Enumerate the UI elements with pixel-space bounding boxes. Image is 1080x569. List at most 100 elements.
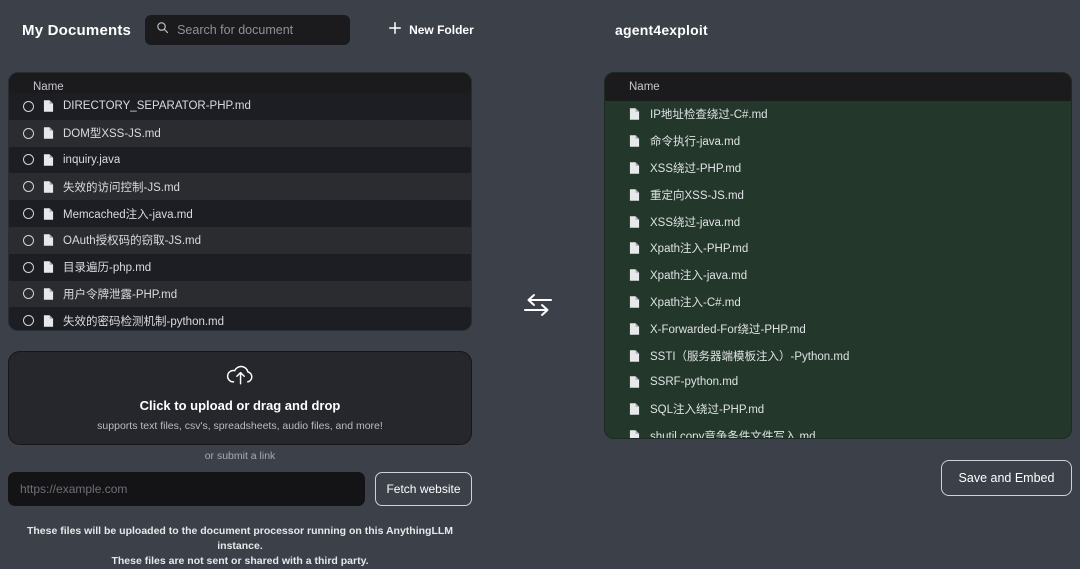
left-panel-header: My Documents Search for document New Fol…	[0, 0, 490, 60]
file-icon	[43, 288, 54, 300]
file-icon	[629, 215, 640, 228]
upload-title: Click to upload or drag and drop	[139, 398, 341, 413]
row-checkbox[interactable]	[23, 100, 34, 112]
table-row[interactable]: Xpath注入-java.md	[605, 262, 1071, 289]
file-name: Xpath注入-C#.md	[650, 296, 741, 309]
file-name: 失效的访问控制-JS.md	[63, 181, 180, 194]
file-name: SQL注入绕过-PHP.md	[650, 404, 765, 417]
row-checkbox[interactable]	[23, 154, 34, 166]
table-row[interactable]: 目录遍历-php.md	[9, 253, 471, 281]
row-checkbox[interactable]	[23, 288, 34, 300]
table-row[interactable]: XSS绕过-PHP.md	[605, 155, 1071, 182]
row-checkbox[interactable]	[23, 261, 34, 273]
file-icon	[43, 154, 54, 166]
right-column-header: Name	[605, 73, 1071, 101]
table-row[interactable]: 重定向XSS-JS.md	[605, 181, 1071, 208]
row-checkbox[interactable]	[23, 208, 34, 220]
website-url-input[interactable]: https://example.com	[8, 472, 365, 506]
file-icon	[43, 233, 54, 247]
file-icon	[629, 296, 640, 308]
file-icon	[629, 215, 640, 229]
file-icon	[629, 376, 640, 389]
table-row[interactable]: 用户令牌泄露-PHP.md	[9, 280, 471, 308]
file-name: 命令执行-java.md	[650, 136, 741, 149]
file-icon	[629, 108, 640, 121]
table-row[interactable]: IP地址检查绕过-C#.md	[605, 101, 1071, 128]
table-row[interactable]: Xpath注入-C#.md	[605, 289, 1071, 316]
file-icon	[43, 260, 54, 274]
file-icon	[629, 162, 640, 174]
search-placeholder: Search for document	[177, 23, 294, 37]
table-row[interactable]: Memcached注入-java.md	[9, 200, 471, 227]
row-checkbox[interactable]	[23, 234, 34, 246]
table-row[interactable]: DOM型XSS-JS.md	[9, 119, 471, 147]
right-column-header-name: Name	[629, 81, 660, 93]
search-icon	[156, 21, 169, 39]
file-name: 重定向XSS-JS.md	[650, 189, 744, 202]
file-icon	[629, 322, 640, 335]
file-icon	[43, 126, 54, 140]
file-icon	[629, 403, 640, 415]
page-title: My Documents	[22, 21, 132, 39]
file-name: IP地址检查绕过-C#.md	[650, 109, 768, 122]
table-row[interactable]: Xpath注入-PHP.md	[605, 235, 1071, 262]
file-icon	[43, 207, 54, 221]
file-name: Xpath注入-java.md	[650, 270, 748, 283]
file-icon	[629, 189, 640, 201]
save-and-embed-button[interactable]: Save and Embed	[941, 460, 1072, 496]
file-icon	[629, 430, 640, 438]
file-icon	[629, 295, 640, 309]
table-row[interactable]: X-Forwarded-For绕过-PHP.md	[605, 315, 1071, 342]
table-row[interactable]: 失效的密码检测机制-python.md	[9, 307, 471, 330]
table-row[interactable]: SQL注入绕过-PHP.md	[605, 396, 1071, 423]
file-name: OAuth授权码的窃取-JS.md	[63, 235, 202, 248]
search-input[interactable]: Search for document	[145, 15, 351, 45]
file-name: 失效的密码检测机制-python.md	[63, 315, 225, 328]
document-manager-screen: My Documents Search for document New Fol…	[0, 0, 1080, 569]
file-icon	[629, 242, 640, 255]
file-icon	[43, 100, 54, 113]
right-panel-header: agent4exploit	[604, 0, 1072, 60]
disclaimer-line-2: These files are not sent or shared with …	[111, 555, 369, 567]
new-folder-label: New Folder	[409, 23, 474, 37]
cloud-upload-icon	[225, 364, 255, 391]
row-checkbox[interactable]	[23, 315, 34, 327]
upload-dropzone[interactable]: Click to upload or drag and drop support…	[8, 351, 472, 445]
right-file-rows: IP地址检查绕过-C#.md 命令执行-java.md XSS绕过-PHP.md 重定…	[605, 101, 1071, 438]
row-checkbox[interactable]	[23, 127, 34, 139]
table-row[interactable]: SSTI（服务器端模板注入）-Python.md	[605, 342, 1071, 369]
file-icon	[43, 287, 54, 301]
upload-disclaimer: These files will be uploaded to the docu…	[8, 524, 472, 569]
file-icon	[43, 261, 54, 273]
file-icon	[629, 134, 640, 148]
my-documents-file-list: Name DIRECTORY_SEPARATOR-PHP.md DOM型XSS-J…	[8, 72, 472, 331]
fetch-website-button[interactable]: Fetch website	[375, 472, 472, 506]
file-icon	[43, 99, 54, 113]
left-file-rows: DIRECTORY_SEPARATOR-PHP.md DOM型XSS-JS.md i…	[9, 93, 471, 330]
table-row[interactable]: OAuth授权码的窃取-JS.md	[9, 226, 471, 254]
file-icon	[43, 234, 54, 247]
file-icon	[629, 429, 640, 438]
workspace-folder-file-list: Name IP地址检查绕过-C#.md 命令执行-java.md XSS绕过-PHP…	[604, 72, 1072, 439]
file-icon	[629, 268, 640, 282]
website-url-placeholder: https://example.com	[20, 482, 128, 496]
arrows-left-right-icon[interactable]	[521, 288, 555, 322]
file-icon	[43, 153, 54, 167]
file-icon	[629, 241, 640, 255]
table-row[interactable]: inquiry.java	[9, 146, 471, 174]
file-icon	[629, 322, 640, 336]
file-icon	[629, 402, 640, 416]
table-row[interactable]: 命令执行-java.md	[605, 128, 1071, 155]
file-name: DIRECTORY_SEPARATOR-PHP.md	[63, 100, 251, 113]
file-name: Xpath注入-PHP.md	[650, 243, 749, 256]
table-row[interactable]: 失效的访问控制-JS.md	[9, 173, 471, 201]
table-row[interactable]: SSRF-python.md	[605, 369, 1071, 396]
file-name: SSRF-python.md	[650, 376, 739, 389]
or-submit-a-link-label: or submit a link	[204, 450, 276, 462]
row-checkbox[interactable]	[23, 181, 34, 193]
table-row[interactable]: DIRECTORY_SEPARATOR-PHP.md	[9, 93, 471, 120]
new-folder-button[interactable]: New Folder	[388, 21, 474, 40]
table-row[interactable]: XSS绕过-java.md	[605, 208, 1071, 235]
table-row[interactable]: shutil.copy竞争条件文件写入.md	[605, 423, 1071, 438]
file-name: XSS绕过-PHP.md	[650, 162, 742, 175]
